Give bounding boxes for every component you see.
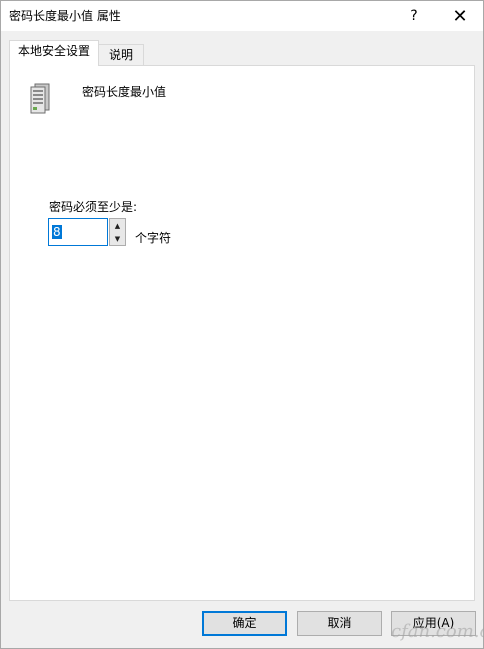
close-icon: ✕	[452, 5, 468, 27]
title-bar: 密码长度最小值 属性 ? ✕	[1, 1, 483, 31]
cancel-button[interactable]: 取消	[297, 611, 382, 636]
unit-label: 个字符	[135, 231, 172, 245]
tab-explain[interactable]: 说明	[98, 44, 144, 65]
min-length-input[interactable]: 8	[48, 218, 108, 246]
spin-buttons: ▲ ▼	[109, 218, 126, 246]
spin-down-button[interactable]: ▼	[110, 232, 125, 245]
server-icon	[30, 83, 50, 114]
triangle-down-icon: ▼	[114, 234, 121, 243]
properties-dialog: 密码长度最小值 属性 ? ✕ 本地安全设置 说明 密码长度最小值 密码必须至少是…	[0, 0, 484, 649]
min-length-stepper[interactable]: 8 ▲ ▼	[48, 218, 127, 248]
min-length-label: 密码必须至少是:	[49, 200, 138, 214]
spin-up-button[interactable]: ▲	[110, 219, 125, 233]
min-length-value: 8	[52, 225, 62, 239]
tab-local-security-setting[interactable]: 本地安全设置	[9, 40, 99, 66]
tab-panel: 密码长度最小值 密码必须至少是: 8 ▲ ▼ 个字符	[9, 65, 475, 601]
ok-button[interactable]: 确定	[202, 611, 287, 636]
close-button[interactable]: ✕	[437, 1, 483, 31]
policy-name: 密码长度最小值	[82, 85, 167, 99]
apply-button[interactable]: 应用(A)	[391, 611, 476, 636]
window-title: 密码长度最小值 属性	[9, 9, 121, 23]
help-icon: ?	[410, 8, 418, 24]
help-button[interactable]: ?	[391, 1, 437, 31]
triangle-up-icon: ▲	[114, 221, 121, 230]
tab-strip: 本地安全设置 说明	[9, 40, 475, 67]
